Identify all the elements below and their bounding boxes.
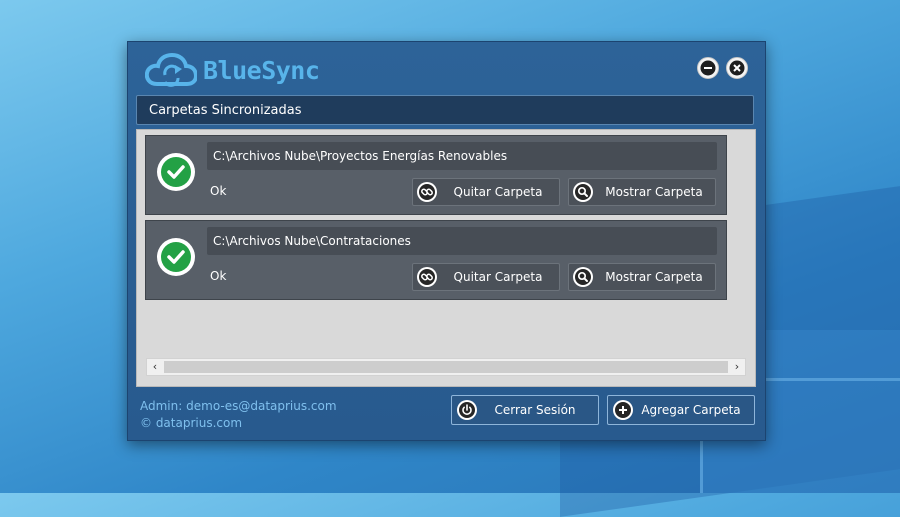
scrollbar-thumb[interactable] [164,361,728,373]
show-folder-label: Mostrar Carpeta [605,270,703,284]
show-folder-label: Mostrar Carpeta [605,185,703,199]
synced-folders-list: C:\Archivos Nube\Proyectos Energías Reno… [136,129,756,387]
admin-line: Admin: demo-es@dataprius.com [140,398,337,415]
logout-button[interactable]: Cerrar Sesión [451,395,599,425]
show-folder-button[interactable]: Mostrar Carpeta [568,178,716,206]
scroll-left-arrow[interactable]: ‹ [147,359,163,375]
app-title: BlueSync [203,55,320,85]
admin-label: Admin: [140,399,183,413]
folder-path: C:\Archivos Nube\Proyectos Energías Reno… [207,142,717,170]
cloud-sync-icon [145,53,197,87]
minus-icon [700,60,716,76]
folder-status: Ok [210,184,227,198]
scroll-right-arrow[interactable]: › [729,359,745,375]
show-folder-button[interactable]: Mostrar Carpeta [568,263,716,291]
section-title: Carpetas Sincronizadas [136,95,754,125]
minimize-button[interactable] [697,57,719,79]
app-logo: BlueSync [145,50,320,90]
add-folder-button[interactable]: Agregar Carpeta [607,395,755,425]
remove-folder-label: Quitar Carpeta [453,185,543,199]
logout-label: Cerrar Sesión [494,403,576,417]
add-folder-label: Agregar Carpeta [641,403,741,417]
account-info: Admin: demo-es@dataprius.com © dataprius… [140,398,337,432]
horizontal-scrollbar[interactable]: ‹ › [146,358,746,376]
check-circle-icon [157,238,195,276]
folder-item: C:\Archivos Nube\Proyectos Energías Reno… [145,135,727,215]
admin-email: demo-es@dataprius.com [186,399,337,413]
close-button[interactable] [726,57,748,79]
copyright: © dataprius.com [140,416,243,430]
check-circle-icon [157,153,195,191]
remove-folder-button[interactable]: Quitar Carpeta [412,263,560,291]
remove-folder-label: Quitar Carpeta [453,270,543,284]
folder-status: Ok [210,269,227,283]
close-icon [729,60,745,76]
folder-item: C:\Archivos Nube\Contrataciones Ok Quita… [145,220,727,300]
folder-path: C:\Archivos Nube\Contrataciones [207,227,717,255]
remove-folder-button[interactable]: Quitar Carpeta [412,178,560,206]
bluesync-window: BlueSync Carpetas Sincronizadas C:\Archi… [127,41,766,441]
